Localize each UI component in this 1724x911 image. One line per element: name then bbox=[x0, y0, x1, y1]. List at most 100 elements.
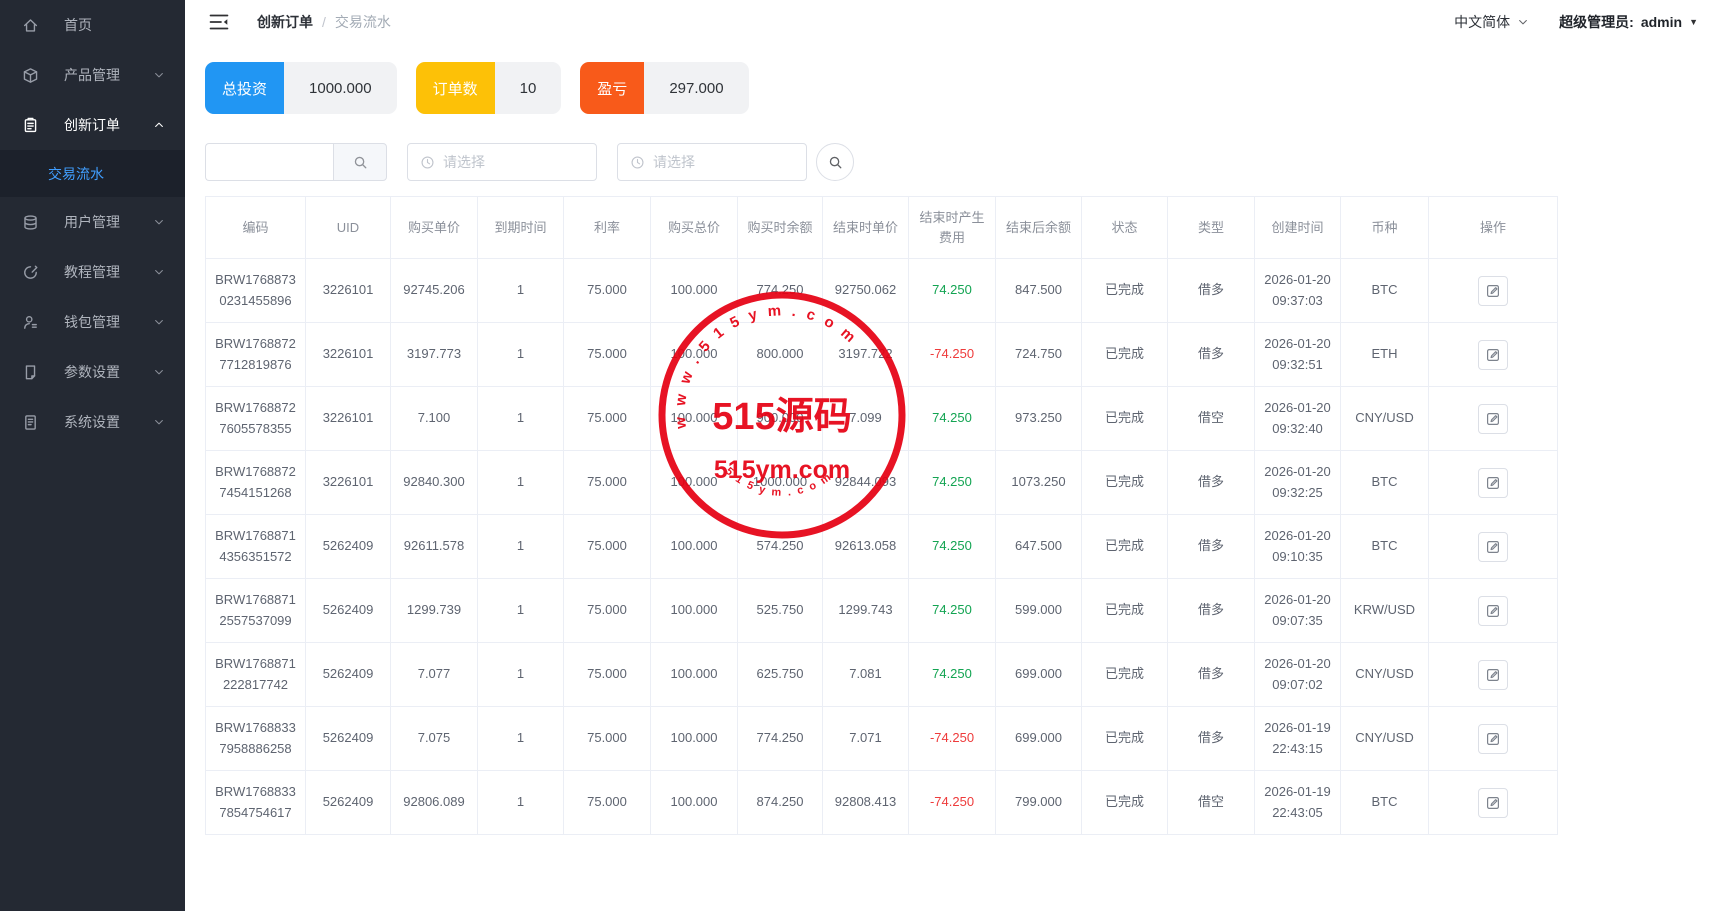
cell-rate: 75.000 bbox=[564, 451, 651, 515]
cell-end-price: 3197.722 bbox=[823, 323, 909, 387]
table-row: BRW17688714356351572 5262409 92611.578 1… bbox=[206, 515, 1558, 579]
cell-end-price: 92613.058 bbox=[823, 515, 909, 579]
cell-type: 借多 bbox=[1168, 259, 1255, 323]
edit-button[interactable] bbox=[1478, 788, 1508, 818]
cell-expire-time: 1 bbox=[478, 515, 564, 579]
sidebar-collapse-icon[interactable] bbox=[209, 13, 229, 31]
cell-balance-at-buy: 774.250 bbox=[738, 707, 823, 771]
cell-actions bbox=[1429, 451, 1558, 515]
created-date: 2026-01-20 bbox=[1264, 334, 1331, 355]
cell-rate: 75.000 bbox=[564, 643, 651, 707]
edit-icon bbox=[1485, 603, 1501, 619]
chevron-down-icon bbox=[153, 69, 165, 81]
cell-code: BRW17688337958886258 bbox=[206, 707, 306, 771]
edit-button[interactable] bbox=[1478, 660, 1508, 690]
cell-coin: BTC bbox=[1341, 259, 1429, 323]
search-icon bbox=[828, 155, 843, 170]
wallet-icon bbox=[22, 314, 39, 331]
cell-balance-at-buy: 774.250 bbox=[738, 259, 823, 323]
cell-end-fee: -74.250 bbox=[909, 771, 996, 835]
col-header-created-at: 创建时间 bbox=[1255, 197, 1341, 259]
cell-end-price: 7.081 bbox=[823, 643, 909, 707]
cell-expire-time: 1 bbox=[478, 579, 564, 643]
col-header-buy-total: 购买总价 bbox=[651, 197, 738, 259]
cell-code: BRW17688730231455896 bbox=[206, 259, 306, 323]
filter-row: 请选择 请选择 bbox=[185, 114, 1724, 181]
cell-type: 借空 bbox=[1168, 771, 1255, 835]
col-header-end-price: 结束时单价 bbox=[823, 197, 909, 259]
cell-expire-time: 1 bbox=[478, 387, 564, 451]
edit-button[interactable] bbox=[1478, 468, 1508, 498]
edit-button[interactable] bbox=[1478, 276, 1508, 306]
cell-end-fee: 74.250 bbox=[909, 515, 996, 579]
edit-icon bbox=[1485, 475, 1501, 491]
stat-value: 1000.000 bbox=[284, 62, 397, 114]
cell-buy-price: 92806.089 bbox=[391, 771, 478, 835]
sidebar-item-wallets[interactable]: 钱包管理 bbox=[0, 297, 185, 347]
sidebar-subitem-transactions[interactable]: 交易流水 bbox=[0, 150, 185, 197]
col-header-coin: 币种 bbox=[1341, 197, 1429, 259]
cell-code: BRW17688712557537099 bbox=[206, 579, 306, 643]
edit-button[interactable] bbox=[1478, 404, 1508, 434]
chevron-down-icon bbox=[153, 266, 165, 278]
language-selector[interactable]: 中文简体 bbox=[1454, 12, 1529, 32]
params-icon bbox=[22, 364, 39, 381]
col-header-rate: 利率 bbox=[564, 197, 651, 259]
breadcrumb-separator: / bbox=[322, 14, 326, 30]
cell-code: BRW17688337854754617 bbox=[206, 771, 306, 835]
created-date: 2026-01-19 bbox=[1264, 782, 1331, 803]
sidebar-item-home[interactable]: 首页 bbox=[0, 0, 185, 50]
created-date: 2026-01-20 bbox=[1264, 270, 1331, 291]
cell-end-price: 92844.093 bbox=[823, 451, 909, 515]
date-start-picker[interactable]: 请选择 bbox=[407, 143, 597, 181]
edit-icon bbox=[1485, 347, 1501, 363]
chevron-down-icon bbox=[153, 416, 165, 428]
table-row: BRW1768871222817742 5262409 7.077 1 75.0… bbox=[206, 643, 1558, 707]
topbar-right: 中文简体 超级管理员: admin ▼ bbox=[1454, 12, 1698, 32]
sidebar-item-label: 产品管理 bbox=[64, 65, 153, 85]
cell-type: 借多 bbox=[1168, 643, 1255, 707]
user-menu[interactable]: 超级管理员: admin ▼ bbox=[1559, 12, 1698, 32]
cell-end-balance: 724.750 bbox=[996, 323, 1082, 387]
keyword-search-button[interactable] bbox=[333, 143, 387, 181]
cell-end-price: 1299.743 bbox=[823, 579, 909, 643]
search-submit-button[interactable] bbox=[816, 143, 854, 181]
breadcrumb-section[interactable]: 创新订单 bbox=[257, 12, 313, 32]
sidebar-item-users[interactable]: 用户管理 bbox=[0, 197, 185, 247]
created-time: 09:10:35 bbox=[1264, 547, 1331, 568]
cell-balance-at-buy: 574.250 bbox=[738, 515, 823, 579]
sidebar-item-label: 系统设置 bbox=[64, 412, 153, 432]
date-end-picker[interactable]: 请选择 bbox=[617, 143, 807, 181]
col-header-type: 类型 bbox=[1168, 197, 1255, 259]
cell-code: BRW17688727454151268 bbox=[206, 451, 306, 515]
sidebar-item-orders[interactable]: 创新订单 bbox=[0, 100, 185, 150]
cell-coin: BTC bbox=[1341, 771, 1429, 835]
cell-status: 已完成 bbox=[1082, 387, 1168, 451]
sidebar-item-products[interactable]: 产品管理 bbox=[0, 50, 185, 100]
cell-buy-price: 92611.578 bbox=[391, 515, 478, 579]
cell-created-at: 2026-01-20 09:07:02 bbox=[1255, 643, 1341, 707]
cell-actions bbox=[1429, 643, 1558, 707]
edit-button[interactable] bbox=[1478, 532, 1508, 562]
created-time: 22:43:15 bbox=[1264, 739, 1331, 760]
cell-buy-total: 100.000 bbox=[651, 451, 738, 515]
cell-status: 已完成 bbox=[1082, 451, 1168, 515]
sidebar-item-tutorials[interactable]: 教程管理 bbox=[0, 247, 185, 297]
keyword-input[interactable] bbox=[205, 143, 333, 181]
sidebar-item-system[interactable]: 系统设置 bbox=[0, 397, 185, 447]
cell-expire-time: 1 bbox=[478, 451, 564, 515]
cell-buy-price: 3197.773 bbox=[391, 323, 478, 387]
cell-status: 已完成 bbox=[1082, 643, 1168, 707]
cell-expire-time: 1 bbox=[478, 323, 564, 387]
users-icon bbox=[22, 214, 39, 231]
sidebar-item-label: 钱包管理 bbox=[64, 312, 153, 332]
created-date: 2026-01-20 bbox=[1264, 398, 1331, 419]
chevron-down-icon bbox=[153, 316, 165, 328]
edit-button[interactable] bbox=[1478, 724, 1508, 754]
cell-coin: CNY/USD bbox=[1341, 707, 1429, 771]
cell-uid: 5262409 bbox=[306, 771, 391, 835]
sidebar-item-params[interactable]: 参数设置 bbox=[0, 347, 185, 397]
cell-buy-price: 7.100 bbox=[391, 387, 478, 451]
edit-button[interactable] bbox=[1478, 340, 1508, 370]
edit-button[interactable] bbox=[1478, 596, 1508, 626]
